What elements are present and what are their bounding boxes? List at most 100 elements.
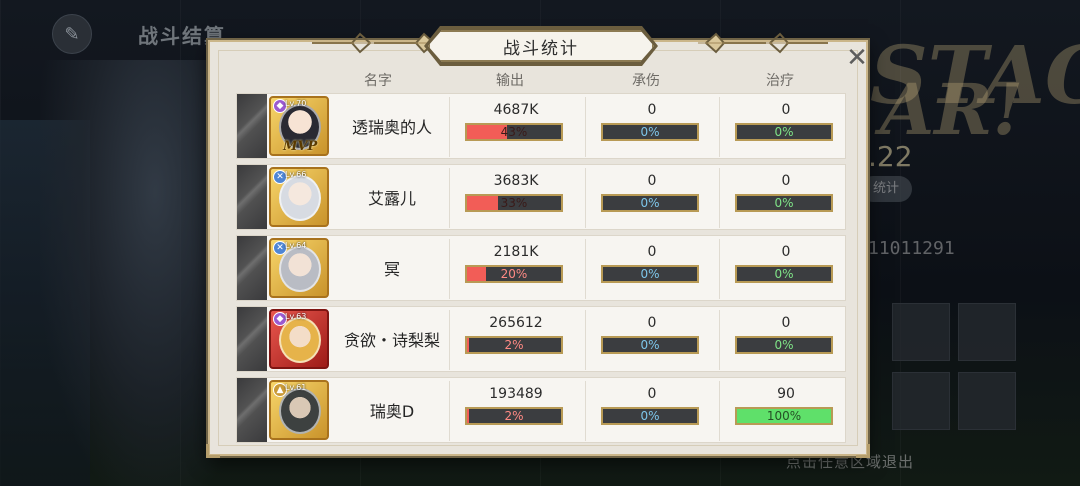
healing-percent: 0% [774, 267, 794, 281]
character-name: 透瑞奥的人 [351, 118, 432, 137]
row-stripe-highlight [237, 378, 267, 442]
column-header-healing: 治疗 [766, 73, 794, 89]
panel-title: 战斗统计 [428, 30, 654, 62]
output-bar: 2% [465, 336, 563, 354]
damage-taken-value: 0 [647, 315, 657, 331]
output-cell: 4687K 43% [449, 97, 581, 157]
healing-percent: 0% [774, 196, 794, 210]
damage-taken-value: 0 [647, 102, 657, 118]
output-percent: 2% [504, 409, 524, 423]
reward-slot [892, 303, 950, 361]
output-percent: 2% [504, 338, 524, 352]
column-header-damage-taken: 承伤 [632, 73, 660, 89]
healing-cell: 90 100% [719, 381, 851, 441]
healing-value: 90 [777, 386, 795, 402]
damage-taken-value: 0 [647, 244, 657, 260]
character-portrait[interactable]: ✕ Lv.64 [269, 238, 329, 298]
character-stats-row[interactable]: ✕ Lv.66 艾露儿 3683K 33% 0 0% 0 0% [236, 164, 846, 230]
character-portrait[interactable]: ✕ Lv.66 [269, 167, 329, 227]
healing-percent: 0% [774, 125, 794, 139]
character-portrait[interactable]: ◆ Lv.70 MVP [269, 96, 329, 156]
output-percent: 20% [500, 267, 528, 281]
character-name: 贪欲・诗梨梨 [343, 331, 440, 350]
healing-percent: 0% [774, 338, 794, 352]
settlement-icon[interactable]: ✎ [52, 14, 92, 54]
output-value: 2181K [493, 244, 539, 260]
damage-taken-cell: 0 0% [585, 239, 717, 299]
healing-value: 0 [781, 102, 791, 118]
output-bar: 43% [465, 123, 563, 141]
damage-taken-bar: 0% [601, 336, 699, 354]
battle-stats-panel: 战斗统计 ✕ 名字 输出 承伤 治疗 ◆ Lv.70 MVP 透瑞奥的人 468… [206, 40, 870, 458]
mvp-badge: MVP [283, 139, 318, 154]
damage-taken-cell: 0 0% [585, 310, 717, 370]
character-level: Lv.66 [285, 170, 307, 179]
character-stats-row[interactable]: ◆ Lv.63 贪欲・诗梨梨 265612 2% 0 0% 0 0% [236, 306, 846, 372]
character-portrait[interactable]: ▲ Lv.61 [269, 380, 329, 440]
character-face [279, 246, 321, 292]
character-face [279, 388, 321, 434]
damage-taken-cell: 0 0% [585, 168, 717, 228]
header-ornament-right [698, 32, 828, 54]
row-stripe-highlight [237, 94, 267, 158]
healing-cell: 0 0% [719, 168, 851, 228]
healing-value: 0 [781, 244, 791, 260]
healing-cell: 0 0% [719, 97, 851, 157]
character-face [279, 175, 321, 221]
character-portrait[interactable]: ◆ Lv.63 [269, 309, 329, 369]
healing-value: 0 [781, 173, 791, 189]
character-level: Lv.64 [285, 241, 307, 250]
healing-value: 0 [781, 315, 791, 331]
healing-bar: 0% [735, 194, 833, 212]
stage-date: .22 [868, 140, 913, 173]
healing-bar: 0% [735, 336, 833, 354]
healing-bar: 0% [735, 265, 833, 283]
output-bar: 2% [465, 407, 563, 425]
character-level: Lv.70 [285, 99, 307, 108]
output-cell: 265612 2% [449, 310, 581, 370]
damage-taken-bar: 0% [601, 123, 699, 141]
damage-taken-percent: 0% [640, 338, 660, 352]
output-percent: 33% [500, 196, 528, 210]
output-cell: 2181K 20% [449, 239, 581, 299]
output-cell: 3683K 33% [449, 168, 581, 228]
character-name: 冥 [383, 260, 400, 279]
close-button[interactable]: ✕ [840, 42, 874, 74]
damage-taken-bar: 0% [601, 407, 699, 425]
healing-percent: 100% [766, 409, 802, 423]
stage-banner-line2: AR! [880, 68, 1024, 151]
healing-bar: 100% [735, 407, 833, 425]
character-name: 艾露儿 [367, 189, 416, 208]
row-stripe-highlight [237, 236, 267, 300]
healing-bar: 0% [735, 123, 833, 141]
character-level: Lv.63 [285, 312, 307, 321]
player-id: 11011291 [868, 238, 955, 259]
damage-taken-cell: 0 0% [585, 381, 717, 441]
row-stripe-highlight [237, 307, 267, 371]
healing-cell: 0 0% [719, 310, 851, 370]
damage-taken-percent: 0% [640, 409, 660, 423]
damage-taken-percent: 0% [640, 267, 660, 281]
damage-taken-percent: 0% [640, 125, 660, 139]
character-face [279, 317, 321, 363]
healing-cell: 0 0% [719, 239, 851, 299]
reward-slot [892, 372, 950, 430]
output-bar: 33% [465, 194, 563, 212]
character-name: 瑞奥D [369, 402, 415, 421]
row-stripe-highlight [237, 165, 267, 229]
column-header-output: 输出 [496, 73, 524, 89]
reward-slot [958, 303, 1016, 361]
reward-slot [958, 372, 1016, 430]
character-stats-row[interactable]: ✕ Lv.64 冥 2181K 20% 0 0% 0 0% [236, 235, 846, 301]
character-stats-row[interactable]: ◆ Lv.70 MVP 透瑞奥的人 4687K 43% 0 0% 0 0% [236, 93, 846, 159]
damage-taken-cell: 0 0% [585, 97, 717, 157]
output-value: 265612 [489, 315, 543, 331]
damage-taken-value: 0 [647, 173, 657, 189]
output-value: 3683K [493, 173, 539, 189]
output-cell: 193489 2% [449, 381, 581, 441]
character-level: Lv.61 [285, 383, 307, 392]
corner-ornament [206, 444, 220, 458]
character-stats-row[interactable]: ▲ Lv.61 瑞奥D 193489 2% 0 0% 90 100% [236, 377, 846, 443]
close-icon[interactable]: ✕ [846, 43, 868, 73]
damage-taken-bar: 0% [601, 265, 699, 283]
